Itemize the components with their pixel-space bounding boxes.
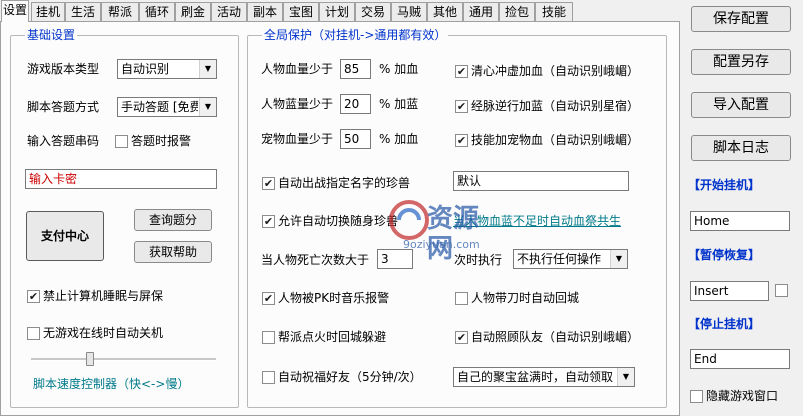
tab-11[interactable]: 马贼 [391,2,427,21]
global-protection-title: 全局保护（对挂机->通用都有效） [262,28,449,42]
basic-settings-title: 基础设置 [25,28,78,42]
tab-2[interactable]: 生活 [65,2,101,21]
tab-0[interactable]: 设置 [1,0,29,22]
answer-code-label: 输入答题串码 [27,134,100,148]
treasure-select[interactable]: 自己的聚宝盆满时，自动领取 ▼ [453,367,635,387]
auto-shutdown-label: 无游戏在线时自动关机 [43,326,164,340]
auto-pet-label: 自动出战指定名字的珍兽 [278,176,411,190]
pk-alarm-checkbox[interactable]: ✔ [262,292,275,305]
prevent-sleep-checkbox[interactable]: ✔ [27,290,40,303]
guild-fire-label: 帮派点火时回城躲避 [278,330,387,344]
auto-shutdown-checkbox[interactable] [27,327,40,340]
pause-hotkey-checkbox[interactable] [775,284,788,297]
answer-alarm-checkbox[interactable] [115,135,128,148]
pet-hp-threshold-input[interactable]: 50 [340,129,371,149]
tab-14[interactable]: 捡包 [499,2,535,21]
next-action-select[interactable]: 不执行任何操作 ▼ [513,249,628,269]
prevent-sleep-label: 禁止计算机睡眠与屏保 [43,289,164,303]
import-config-button[interactable]: 导入配置 [691,92,791,118]
bless-friend-label: 自动祝福好友（5分钟/次） [278,370,422,384]
answer-method-select[interactable]: 手动答题 [免费] ▼ [117,97,217,117]
stop-hotkey-input[interactable]: End [690,349,790,369]
jingmai-mana-checkbox[interactable]: ✔ [455,100,468,113]
team-care-checkbox[interactable]: ✔ [455,331,468,344]
script-log-button[interactable]: 脚本日志 [691,135,791,161]
hide-window-checkbox[interactable] [690,390,703,403]
save-config-button[interactable]: 保存配置 [691,6,791,32]
knife-return-label: 人物带刀时自动回城 [471,291,580,305]
chevron-down-icon: ▼ [610,250,627,268]
get-help-button[interactable]: 获取帮助 [134,241,212,263]
tab-6[interactable]: 活动 [211,2,247,21]
switch-pet-checkbox[interactable]: ✔ [262,215,275,228]
team-care-label: 自动照顾队友（自动识别峨嵋） [471,330,640,344]
pet-hp-threshold-unit: % 加血 [379,132,419,146]
death-count-label: 当人物死亡次数大于 [261,253,370,267]
pay-center-button[interactable]: 支付中心 [26,211,104,261]
qingxin-heal-checkbox[interactable]: ✔ [455,65,468,78]
chevron-down-icon: ▼ [199,98,216,116]
skill-pet-heal-checkbox[interactable]: ✔ [455,134,468,147]
speed-slider-thumb[interactable] [86,352,95,366]
hp-threshold-unit: % 加血 [379,62,419,76]
knife-return-checkbox[interactable] [455,292,468,305]
tab-9[interactable]: 计划 [319,2,355,21]
jingmai-mana-label: 经脉逆行加蓝（自动识别星宿） [471,99,640,113]
skill-pet-heal-label: 技能加宠物血（自动识别峨嵋） [471,133,640,147]
tab-12[interactable]: 其他 [427,2,463,21]
version-label: 游戏版本类型 [27,62,100,76]
tab-4[interactable]: 循环 [139,2,175,21]
speed-slider-track[interactable] [31,358,216,361]
tab-15[interactable]: 技能 [535,2,573,21]
card-key-input[interactable]: 输入卡密 [25,169,217,189]
mp-threshold-label: 人物蓝量少于 [261,97,334,111]
version-select[interactable]: 自动识别 ▼ [117,59,217,79]
mp-threshold-input[interactable]: 20 [340,94,371,114]
next-action-label: 次时执行 [454,253,503,267]
hp-threshold-label: 人物血量少于 [261,62,334,76]
pause-hotkey-label: 【暂停恢复】 [688,248,761,262]
tab-13[interactable]: 通用 [463,2,499,21]
pause-hotkey-input[interactable]: Insert [690,281,769,301]
chevron-down-icon: ▼ [199,60,216,78]
query-score-button[interactable]: 查询题分 [134,209,212,231]
death-count-input[interactable]: 3 [377,249,413,269]
tab-1[interactable]: 挂机 [31,2,65,21]
pk-alarm-label: 人物被PK时音乐报警 [278,291,390,305]
tab-7[interactable]: 副本 [247,2,283,21]
switch-pet-label: 允许自动切换随身珍兽 [278,214,399,228]
speed-control-label: 脚本速度控制器（快<->慢） [33,377,190,391]
bless-friend-checkbox[interactable] [262,371,275,384]
tab-bar: 设置 挂机 生活 帮派 循环 刷金 活动 副本 宝图 计划 交易 马贼 其他 通用 捡包 技能 [0,0,680,22]
answer-method-label: 脚本答题方式 [27,100,100,114]
tab-3[interactable]: 帮派 [101,2,139,21]
pet-hp-threshold-label: 宠物血量少于 [261,132,334,146]
chevron-down-icon: ▼ [617,368,634,386]
qingxin-heal-label: 清心冲虚加血（自动识别峨嵋） [471,64,640,78]
start-hotkey-label: 【开始挂机】 [688,178,761,192]
mp-threshold-unit: % 加蓝 [379,97,419,111]
blood-sacrifice-link[interactable]: 当人物血蓝不足时自动血祭共生 [453,213,621,229]
hide-window-label: 隐藏游戏窗口 [706,389,779,403]
tab-8[interactable]: 宝图 [283,2,319,21]
guild-fire-checkbox[interactable] [262,331,275,344]
tab-10[interactable]: 交易 [355,2,391,21]
answer-alarm-label: 答题时报警 [131,134,192,148]
start-hotkey-input[interactable]: Home [690,211,790,231]
stop-hotkey-label: 【停止挂机】 [688,317,761,331]
hp-threshold-input[interactable]: 85 [340,59,371,79]
settings-panel: 基础设置 游戏版本类型 自动识别 ▼ 脚本答题方式 手动答题 [免费] ▼ 输入… [0,21,680,416]
auto-pet-checkbox[interactable]: ✔ [262,177,275,190]
save-config-as-button[interactable]: 配置另存 [691,49,791,75]
tab-5[interactable]: 刷金 [175,2,211,21]
pet-name-input[interactable]: 默认 [453,171,629,191]
